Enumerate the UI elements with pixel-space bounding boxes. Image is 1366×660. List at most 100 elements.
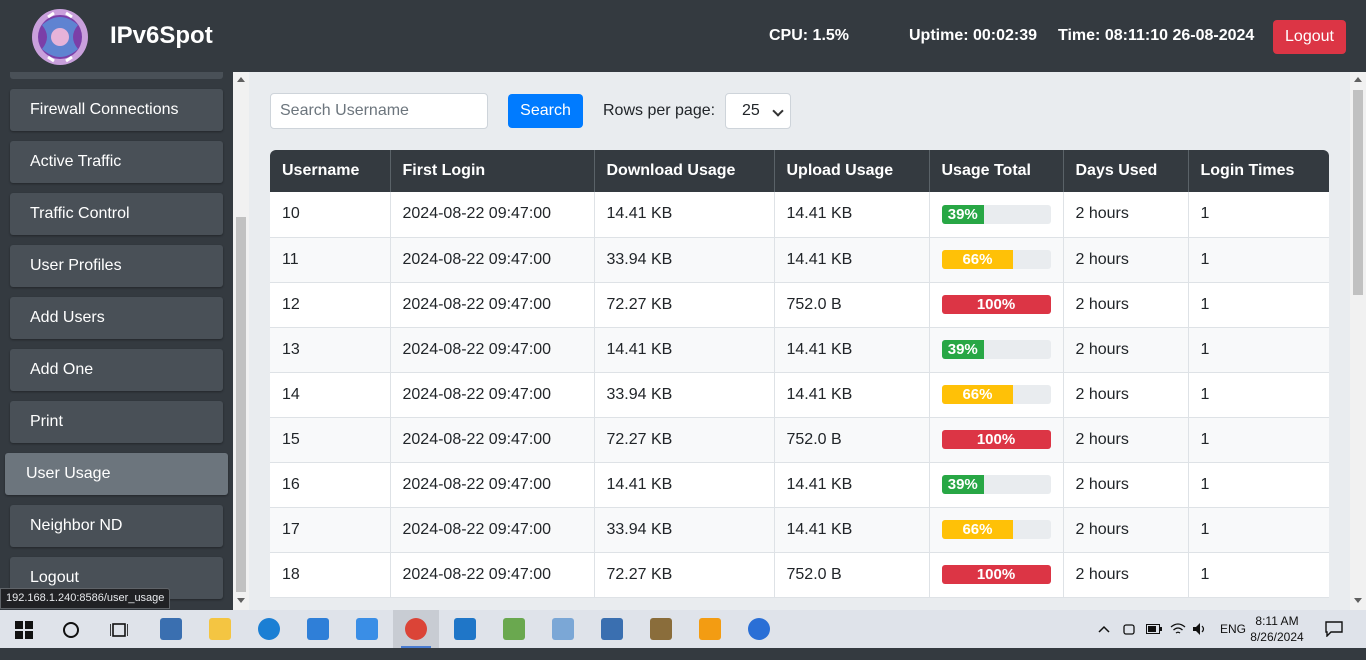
windows-taskbar: ENG 8:11 AM 8/26/2024 [0, 610, 1366, 648]
windows-start-icon[interactable] [15, 621, 33, 639]
sidebar-scrollbar-thumb[interactable] [236, 217, 246, 592]
rows-per-page-select[interactable]: 25 [725, 93, 791, 129]
sidebar-item-print[interactable]: Print [10, 401, 223, 443]
sidebar-scrollbar[interactable] [233, 72, 249, 610]
volume-icon[interactable] [1192, 621, 1208, 637]
column-header[interactable]: Login Times [1187, 150, 1329, 192]
days-used-cell: 2 hours [1062, 192, 1188, 238]
globe-app-icon[interactable] [736, 610, 782, 648]
notepad-plus-icon[interactable] [491, 610, 537, 648]
usage-progress-fill: 100% [941, 295, 1051, 314]
rows-per-page-value: 25 [742, 102, 760, 119]
wifi-icon[interactable] [1170, 621, 1186, 637]
column-header[interactable]: First Login [389, 150, 594, 192]
globe-app-icon-glyph [748, 618, 770, 640]
scroll-up-arrow-icon[interactable] [237, 77, 245, 82]
usage-progress-bar: 66% [941, 520, 1051, 539]
column-header[interactable]: Usage Total [928, 150, 1063, 192]
days-used-cell: 2 hours [1062, 462, 1188, 508]
login-times-cell: 1 [1187, 282, 1329, 328]
days-used-cell: 2 hours [1062, 282, 1188, 328]
login-times-cell: 1 [1187, 372, 1329, 418]
days-used-cell: 2 hours [1062, 237, 1188, 283]
main-scrollbar-thumb[interactable] [1353, 90, 1363, 295]
column-header[interactable]: Upload Usage [773, 150, 929, 192]
usage-progress-bar: 66% [941, 250, 1051, 269]
main-content: Search Rows per page: 25 Username First … [249, 72, 1350, 610]
battery-icon[interactable] [1146, 624, 1162, 634]
upload-usage-cell: 14.41 KB [773, 237, 929, 283]
file-explorer-icon[interactable] [197, 610, 243, 648]
top-header: IPv6Spot CPU: 1.5% Uptime: 00:02:39 Time… [0, 0, 1366, 72]
meet-now-icon[interactable] [1122, 622, 1136, 636]
file-explorer-icon-glyph [209, 618, 231, 640]
search-button[interactable]: Search [508, 94, 583, 128]
usage-progress-bar: 39% [941, 340, 1051, 359]
main-scrollbar[interactable] [1350, 72, 1366, 610]
scroll-down-arrow-icon[interactable] [1354, 598, 1362, 603]
usage-progress-bar: 39% [941, 204, 1051, 224]
header-logout-button[interactable]: Logout [1273, 20, 1346, 54]
scroll-up-arrow-icon[interactable] [1354, 77, 1362, 82]
column-header[interactable]: Days Used [1062, 150, 1188, 192]
usage-progress-bar: 100% [941, 565, 1051, 584]
mail-icon[interactable] [344, 610, 390, 648]
scroll-down-arrow-icon[interactable] [237, 598, 245, 603]
first-login-cell: 2024-08-22 09:47:00 [389, 417, 594, 463]
network-tool-2-icon[interactable] [589, 610, 635, 648]
login-times-cell: 1 [1187, 552, 1329, 598]
terminal-app-icon[interactable] [687, 610, 733, 648]
column-header[interactable]: Download Usage [593, 150, 774, 192]
download-usage-cell: 33.94 KB [593, 372, 774, 418]
task-view-icon[interactable] [110, 621, 128, 639]
taskbar-clock[interactable]: 8:11 AM 8/26/2024 [1248, 613, 1306, 645]
brand-title: IPv6Spot [110, 22, 213, 49]
notebook-app-icon-glyph [552, 618, 574, 640]
usage-progress-bar: 100% [941, 430, 1051, 449]
microsoft-store-icon[interactable] [295, 610, 341, 648]
sidebar-item-traffic-control[interactable]: Traffic Control [10, 193, 223, 235]
ipv6spot-logo-icon [32, 9, 88, 65]
username-cell: 17 [270, 507, 390, 553]
rows-per-page-label: Rows per page: [603, 102, 716, 119]
language-indicator[interactable]: ENG [1220, 622, 1246, 660]
login-times-cell: 1 [1187, 237, 1329, 283]
sidebar-item-user-profiles[interactable]: User Profiles [10, 245, 223, 287]
table-row: 16 2024-08-22 09:47:00 14.41 KB 14.41 KB 39%… [270, 462, 1329, 508]
username-cell: 11 [270, 237, 390, 283]
first-login-cell: 2024-08-22 09:47:00 [389, 327, 594, 373]
vscode-icon[interactable] [442, 610, 488, 648]
days-used-cell: 2 hours [1062, 372, 1188, 418]
sidebar-item-add-one[interactable]: Add One [10, 349, 223, 391]
upload-usage-cell: 14.41 KB [773, 507, 929, 553]
usage-progress-fill: 100% [941, 430, 1051, 449]
search-username-input[interactable] [270, 93, 488, 129]
sidebar-item-firewall-connections[interactable]: Firewall Connections [10, 89, 223, 131]
remote-tool-icon[interactable] [638, 610, 684, 648]
upload-usage-cell: 752.0 B [773, 552, 929, 598]
chrome-browser-icon[interactable] [393, 610, 439, 648]
download-usage-cell: 33.94 KB [593, 237, 774, 283]
notebook-app-icon[interactable] [540, 610, 586, 648]
tray-chevron-up-icon[interactable] [1098, 625, 1110, 633]
vscode-icon-glyph [454, 618, 476, 640]
edge-browser-icon-glyph [258, 618, 280, 640]
upload-usage-cell: 752.0 B [773, 282, 929, 328]
sidebar-item-neighbor-nd[interactable]: Neighbor ND [10, 505, 223, 547]
usage-progress-fill: 66% [941, 520, 1014, 539]
notification-center-icon[interactable] [1325, 621, 1343, 637]
username-cell: 13 [270, 327, 390, 373]
sidebar-item-partial[interactable] [10, 72, 223, 79]
search-icon[interactable] [62, 621, 80, 639]
edge-browser-icon[interactable] [246, 610, 292, 648]
sidebar-item-active-traffic[interactable]: Active Traffic [10, 141, 223, 183]
table-row: 14 2024-08-22 09:47:00 33.94 KB 14.41 KB 66%… [270, 372, 1329, 418]
column-header[interactable]: Username [270, 150, 390, 192]
usage-progress-fill: 39% [941, 204, 984, 224]
sidebar-item-user-usage[interactable]: User Usage [5, 453, 228, 495]
network-tool-icon[interactable] [148, 610, 194, 648]
status-bar-url: 192.168.1.240:8586/user_usage [0, 588, 171, 609]
first-login-cell: 2024-08-22 09:47:00 [389, 237, 594, 283]
sidebar-item-add-users[interactable]: Add Users [10, 297, 223, 339]
login-times-cell: 1 [1187, 327, 1329, 373]
